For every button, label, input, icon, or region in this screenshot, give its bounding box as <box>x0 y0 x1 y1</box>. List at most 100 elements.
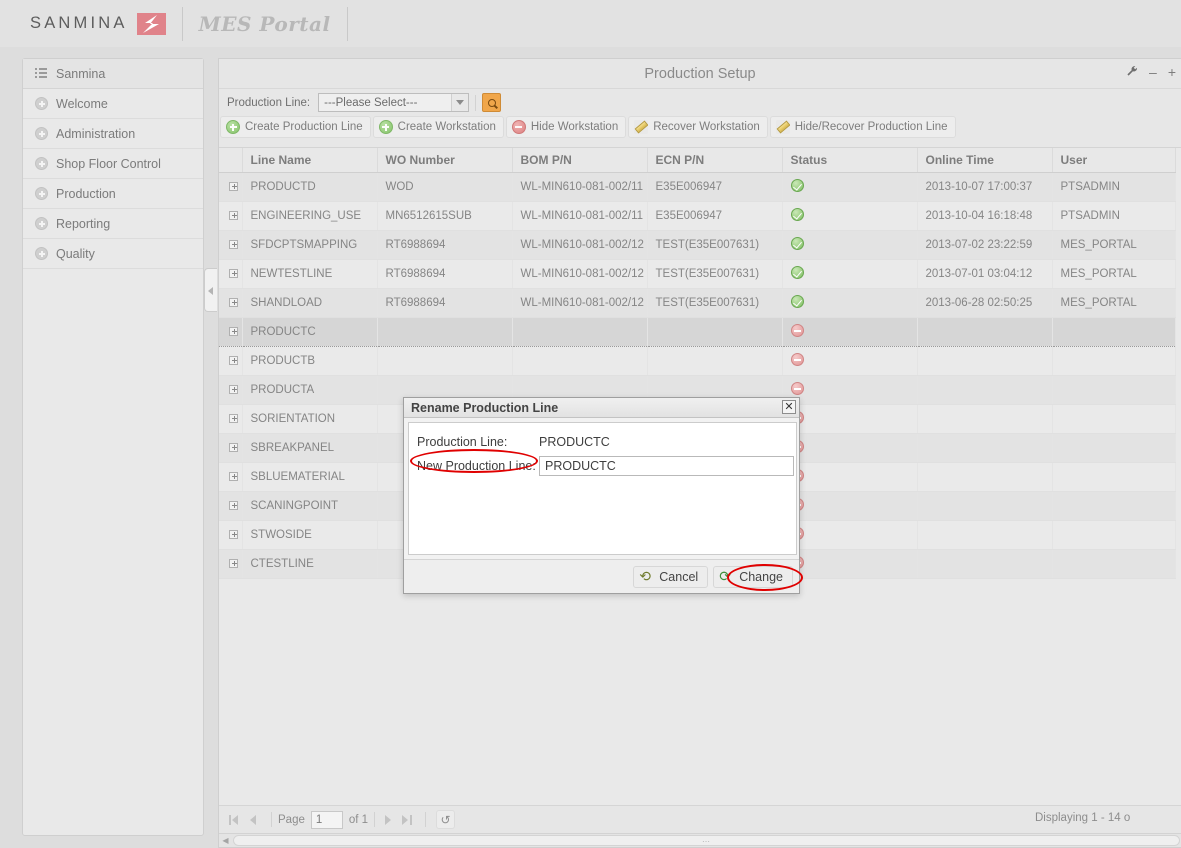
cell-ecn-pn <box>647 346 783 376</box>
change-button[interactable]: ⟳ Change <box>713 565 793 588</box>
cell-user <box>1052 462 1176 492</box>
row-expander-cell[interactable] <box>219 316 243 347</box>
page-number-input[interactable]: 1 <box>310 810 343 829</box>
hide-recover-production-line-button[interactable]: Hide/Recover Production Line <box>769 116 956 138</box>
sidebar-item-reporting[interactable]: Reporting <box>23 209 203 239</box>
row-expander-cell[interactable] <box>219 172 243 202</box>
cell-online-time: 2013-10-07 17:00:37 <box>917 172 1053 202</box>
column-header-line-name[interactable]: Line Name <box>242 148 378 173</box>
wrench-icon[interactable] <box>1126 65 1138 79</box>
row-expander-cell[interactable] <box>219 288 243 318</box>
table-row[interactable]: PRODUCTC <box>219 316 1176 347</box>
table-row[interactable]: SHANDLOAD RT6988694 WL-MIN610-081-002/12 TE… <box>219 288 1176 318</box>
create-production-line-button[interactable]: Create Production Line <box>220 116 371 138</box>
recover-workstation-button[interactable]: Recover Workstation <box>628 116 768 138</box>
cell-line-name: SHANDLOAD <box>242 288 378 318</box>
chevron-left-icon <box>208 287 213 295</box>
plus-square-icon[interactable] <box>229 210 239 220</box>
production-line-select[interactable]: ---Please Select--- <box>318 93 470 112</box>
create-workstation-button[interactable]: Create Workstation <box>372 116 504 138</box>
column-header-ecn-pn[interactable]: ECN P/N <box>647 148 783 173</box>
next-page-icon[interactable] <box>381 812 397 828</box>
sanmina-logo-icon <box>136 12 166 35</box>
plus-square-icon[interactable] <box>229 471 239 481</box>
cell-user <box>1052 520 1176 550</box>
cell-user <box>1052 404 1176 434</box>
portal-name: MES Portal <box>198 11 331 36</box>
sidebar-item-administration[interactable]: Administration <box>23 119 203 149</box>
plus-square-icon[interactable] <box>229 442 239 452</box>
scroll-track[interactable]: ⋯ <box>233 835 1180 846</box>
plus-square-icon[interactable] <box>229 297 239 307</box>
status-active-icon <box>790 236 804 250</box>
table-row[interactable]: ENGINEERING_USE MN6512615SUB WL-MIN610-081… <box>219 201 1176 231</box>
sidebar-item-sanmina[interactable]: Sanmina <box>23 59 203 89</box>
panel-header: Production Setup – + <box>219 59 1181 89</box>
column-header-expand[interactable] <box>219 148 243 173</box>
column-header-status[interactable]: Status <box>782 148 918 173</box>
plus-square-icon[interactable] <box>229 355 239 365</box>
row-expander-cell[interactable] <box>219 201 243 231</box>
row-expander-cell[interactable] <box>219 230 243 260</box>
column-header-user[interactable]: User <box>1052 148 1176 173</box>
row-expander-cell[interactable] <box>219 433 243 463</box>
column-header-bom-pn[interactable]: BOM P/N <box>512 148 648 173</box>
scroll-grip-icon: ⋯ <box>702 837 711 846</box>
search-button[interactable] <box>482 93 502 112</box>
close-icon[interactable]: ✕ <box>782 400 796 414</box>
panel-tools: – + <box>1126 65 1176 79</box>
plus-circle-icon <box>35 127 48 140</box>
table-row[interactable]: PRODUCTB <box>219 346 1176 376</box>
new-production-line-input[interactable] <box>539 456 794 476</box>
prev-page-icon[interactable] <box>246 812 262 828</box>
sidebar-item-shop-floor-control[interactable]: Shop Floor Control <box>23 149 203 179</box>
row-expander-cell[interactable] <box>219 549 243 579</box>
row-expander-cell[interactable] <box>219 259 243 289</box>
filter-toolbar: Production Line: ---Please Select--- <box>219 89 1181 116</box>
scroll-left-icon[interactable]: ◀ <box>219 836 232 845</box>
sidebar-item-label: Reporting <box>56 216 111 231</box>
table-row[interactable]: NEWTESTLINE RT6988694 WL-MIN610-081-002/12… <box>219 259 1176 289</box>
row-expander-cell[interactable] <box>219 462 243 492</box>
add-circle-icon <box>378 120 393 134</box>
plus-square-icon[interactable] <box>229 500 239 510</box>
horizontal-scrollbar[interactable]: ◀ ⋯ <box>219 833 1181 847</box>
column-header-wo-number[interactable]: WO Number <box>377 148 513 173</box>
hide-workstation-button[interactable]: Hide Workstation <box>505 116 627 138</box>
maximize-icon[interactable]: + <box>1168 65 1176 79</box>
first-page-icon[interactable] <box>227 812 243 828</box>
row-expander-cell[interactable] <box>219 520 243 550</box>
plus-square-icon[interactable] <box>229 239 239 249</box>
cell-line-name: CTESTLINE <box>242 549 378 579</box>
sidebar-item-production[interactable]: Production <box>23 179 203 209</box>
table-row[interactable]: PRODUCTD WOD WL-MIN610-081-002/11 E35E00694… <box>219 172 1176 202</box>
plus-square-icon[interactable] <box>229 558 239 568</box>
cancel-button[interactable]: ⟲ Cancel <box>633 565 709 588</box>
pencil-icon <box>634 120 649 134</box>
magnifier-icon <box>487 98 496 107</box>
sidebar-item-welcome[interactable]: Welcome <box>23 89 203 119</box>
plus-square-icon[interactable] <box>229 326 239 336</box>
sidebar-item-quality[interactable]: Quality <box>23 239 203 269</box>
row-expander-cell[interactable] <box>219 404 243 434</box>
plus-square-icon[interactable] <box>229 413 239 423</box>
production-line-label: Production Line: <box>417 435 508 449</box>
plus-square-icon[interactable] <box>229 529 239 539</box>
sidebar-collapse-handle[interactable] <box>204 268 217 312</box>
cell-bom-pn: WL-MIN610-081-002/11 <box>512 201 648 231</box>
cell-online-time <box>917 520 1053 550</box>
refresh-icon[interactable]: ↺ <box>436 810 456 829</box>
row-expander-cell[interactable] <box>219 491 243 521</box>
production-line-select-value: ---Please Select--- <box>324 96 418 109</box>
plus-square-icon[interactable] <box>229 181 239 191</box>
cell-status <box>782 346 918 376</box>
row-expander-cell[interactable] <box>219 346 243 376</box>
cell-status <box>782 288 918 318</box>
minimize-icon[interactable]: – <box>1149 65 1157 79</box>
plus-square-icon[interactable] <box>229 384 239 394</box>
table-row[interactable]: SFDCPTSMAPPING RT6988694 WL-MIN610-081-002… <box>219 230 1176 260</box>
row-expander-cell[interactable] <box>219 375 243 405</box>
plus-square-icon[interactable] <box>229 268 239 278</box>
column-header-online-time[interactable]: Online Time <box>917 148 1053 173</box>
last-page-icon[interactable] <box>400 812 416 828</box>
